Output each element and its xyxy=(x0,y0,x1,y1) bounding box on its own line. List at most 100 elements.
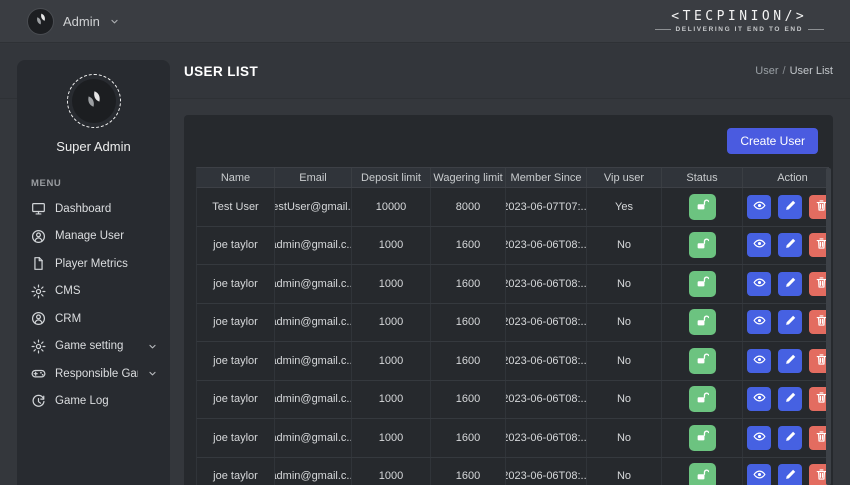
column-header-wagering-limit: Wagering limit xyxy=(431,168,506,187)
table-row: joe taylor admin@gmail.c... 1000 1600 2023-0… xyxy=(196,342,829,381)
chevron-down-icon xyxy=(109,16,120,27)
column-header-deposit-limit: Deposit limit xyxy=(352,168,431,187)
table-row: joe taylor admin@gmail.c... 1000 1600 2023-0… xyxy=(196,419,829,458)
sidebar-item-cms[interactable]: CMS xyxy=(17,278,170,306)
unlock-icon xyxy=(695,237,710,254)
cell-status xyxy=(662,303,743,341)
brand-leaf-icon xyxy=(32,10,50,33)
sidebar-item-responsible-gaming[interactable]: Responsible Gaming xyxy=(17,360,170,388)
table-row: joe taylor admin@gmail.c... 1000 1600 2023-0… xyxy=(196,303,829,342)
brand-name: <TECPINION/> xyxy=(671,9,808,24)
sidebar-menu: Dashboard Manage User Player Metrics CMS CRM… xyxy=(17,195,170,415)
cell-name: Test User xyxy=(197,188,275,226)
table-scrollbar[interactable] xyxy=(826,168,831,485)
cell-status xyxy=(662,265,743,303)
cell-deposit-limit: 1000 xyxy=(352,380,431,418)
view-button[interactable] xyxy=(747,194,771,219)
edit-button[interactable] xyxy=(778,310,802,335)
unlock-button[interactable] xyxy=(688,463,716,485)
sidebar-item-label: Game Log xyxy=(55,395,109,408)
cell-deposit-limit: 1000 xyxy=(352,303,431,341)
breadcrumb-separator: / xyxy=(782,65,786,77)
unlock-button[interactable] xyxy=(688,424,716,451)
cell-wagering-limit: 1600 xyxy=(431,342,506,380)
pencil-icon xyxy=(784,353,797,369)
cell-member-since: 2023-06-06T08:... xyxy=(506,457,587,485)
sidebar-item-crm[interactable]: CRM xyxy=(17,305,170,333)
edit-button[interactable] xyxy=(778,425,802,450)
sidebar-item-game-log[interactable]: Game Log xyxy=(17,388,170,416)
pencil-icon xyxy=(784,314,797,330)
edit-button[interactable] xyxy=(778,271,802,296)
sidebar-item-manage-user[interactable]: Manage User xyxy=(17,223,170,251)
edit-button[interactable] xyxy=(778,348,802,373)
sidebar-item-label: Responsible Gaming xyxy=(55,367,138,380)
eye-icon xyxy=(753,430,766,446)
cell-wagering-limit: 1600 xyxy=(431,457,506,485)
unlock-button[interactable] xyxy=(688,232,716,259)
unlock-button[interactable] xyxy=(688,347,716,374)
cell-status xyxy=(662,419,743,457)
unlock-button[interactable] xyxy=(688,386,716,413)
pencil-icon xyxy=(784,276,797,292)
profile-avatar xyxy=(66,74,121,128)
edit-button[interactable] xyxy=(778,464,802,485)
sidebar-item-label: Manage User xyxy=(55,230,125,243)
cell-member-since: 2023-06-07T07:... xyxy=(506,188,587,226)
unlock-icon xyxy=(695,429,710,446)
admin-user-label: Admin xyxy=(63,13,100,29)
sidebar-item-game-setting[interactable]: Game setting xyxy=(17,333,170,361)
breadcrumb-user-list: User List xyxy=(789,65,833,77)
unlock-button[interactable] xyxy=(688,270,716,297)
page-title: USER LIST xyxy=(184,63,259,79)
cell-deposit-limit: 1000 xyxy=(352,419,431,457)
cell-vip: No xyxy=(587,380,662,418)
cell-vip: No xyxy=(587,419,662,457)
edit-button[interactable] xyxy=(778,233,802,258)
table-row: joe taylor admin@gmail.c... 1000 1600 2023-0… xyxy=(196,226,829,265)
cell-deposit-limit: 1000 xyxy=(352,457,431,485)
brand-logo: <TECPINION/> DELIVERING IT END TO END xyxy=(654,9,824,33)
view-button[interactable] xyxy=(747,387,771,412)
cell-wagering-limit: 1600 xyxy=(431,380,506,418)
edit-button[interactable] xyxy=(778,387,802,412)
unlock-button[interactable] xyxy=(688,309,716,336)
sidebar-item-player-metrics[interactable]: Player Metrics xyxy=(17,250,170,278)
cell-member-since: 2023-06-06T08:... xyxy=(506,342,587,380)
cell-action xyxy=(743,304,829,342)
column-header-status: Status xyxy=(662,168,743,187)
card-toolbar: Create User xyxy=(184,115,833,167)
cell-name: joe taylor xyxy=(197,457,275,485)
column-header-email: Email xyxy=(275,168,352,187)
sidebar-item-label: Dashboard xyxy=(55,202,112,215)
user-circle-icon xyxy=(31,229,46,244)
view-button[interactable] xyxy=(747,233,771,258)
eye-icon xyxy=(753,391,766,407)
admin-user-menu[interactable]: Admin xyxy=(27,7,120,35)
cell-vip: No xyxy=(587,265,662,303)
history-icon xyxy=(31,394,46,409)
column-header-action: Action xyxy=(743,168,829,187)
cell-email: admin@gmail.c... xyxy=(275,226,352,264)
cell-member-since: 2023-06-06T08:... xyxy=(506,419,587,457)
cell-member-since: 2023-06-06T08:... xyxy=(506,380,587,418)
create-user-button[interactable]: Create User xyxy=(727,128,818,154)
cell-member-since: 2023-06-06T08:... xyxy=(506,226,587,264)
cell-action xyxy=(743,265,829,303)
edit-button[interactable] xyxy=(778,194,802,219)
view-button[interactable] xyxy=(747,310,771,335)
cell-email: admin@gmail.c... xyxy=(275,380,352,418)
eye-icon xyxy=(753,276,766,292)
breadcrumb-user[interactable]: User xyxy=(755,65,778,77)
view-button[interactable] xyxy=(747,348,771,373)
cell-member-since: 2023-06-06T08:... xyxy=(506,303,587,341)
view-button[interactable] xyxy=(747,271,771,296)
view-button[interactable] xyxy=(747,464,771,485)
profile-name: Super Admin xyxy=(56,139,131,154)
sidebar-item-dashboard[interactable]: Dashboard xyxy=(17,195,170,223)
cell-name: joe taylor xyxy=(197,419,275,457)
view-button[interactable] xyxy=(747,425,771,450)
unlock-button[interactable] xyxy=(688,193,716,220)
cell-wagering-limit: 1600 xyxy=(431,226,506,264)
file-icon xyxy=(31,256,46,271)
